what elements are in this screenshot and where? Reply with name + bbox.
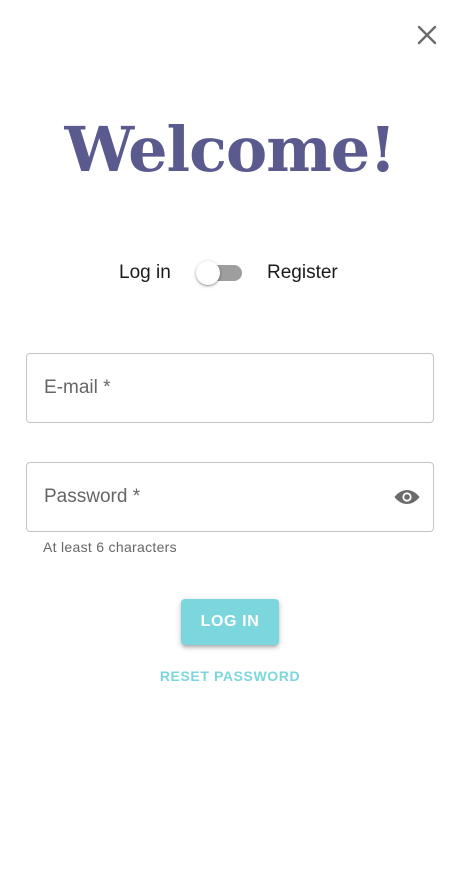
eye-icon	[394, 490, 420, 504]
page-title: Welcome!	[64, 113, 397, 186]
login-button[interactable]: LOG IN	[181, 599, 279, 645]
mode-switch-row: Log in Register	[0, 256, 460, 290]
login-mode-label[interactable]: Log in	[119, 262, 171, 284]
login-dialog: Welcome! Log in Register E-mail * Passwo…	[0, 0, 460, 877]
close-button[interactable]	[413, 21, 441, 49]
email-field-label: E-mail *	[44, 377, 111, 398]
email-field[interactable]: E-mail *	[26, 353, 434, 423]
register-mode-label[interactable]: Register	[267, 262, 338, 284]
password-field[interactable]: Password *	[26, 462, 434, 532]
login-register-toggle[interactable]	[194, 260, 242, 286]
toggle-thumb	[196, 261, 220, 285]
reset-password-link[interactable]: RESET PASSWORD	[0, 667, 460, 685]
password-field-label: Password *	[44, 486, 141, 507]
close-icon	[417, 25, 437, 45]
toggle-password-visibility-button[interactable]	[393, 485, 421, 509]
password-helper-text: At least 6 characters	[43, 539, 177, 555]
